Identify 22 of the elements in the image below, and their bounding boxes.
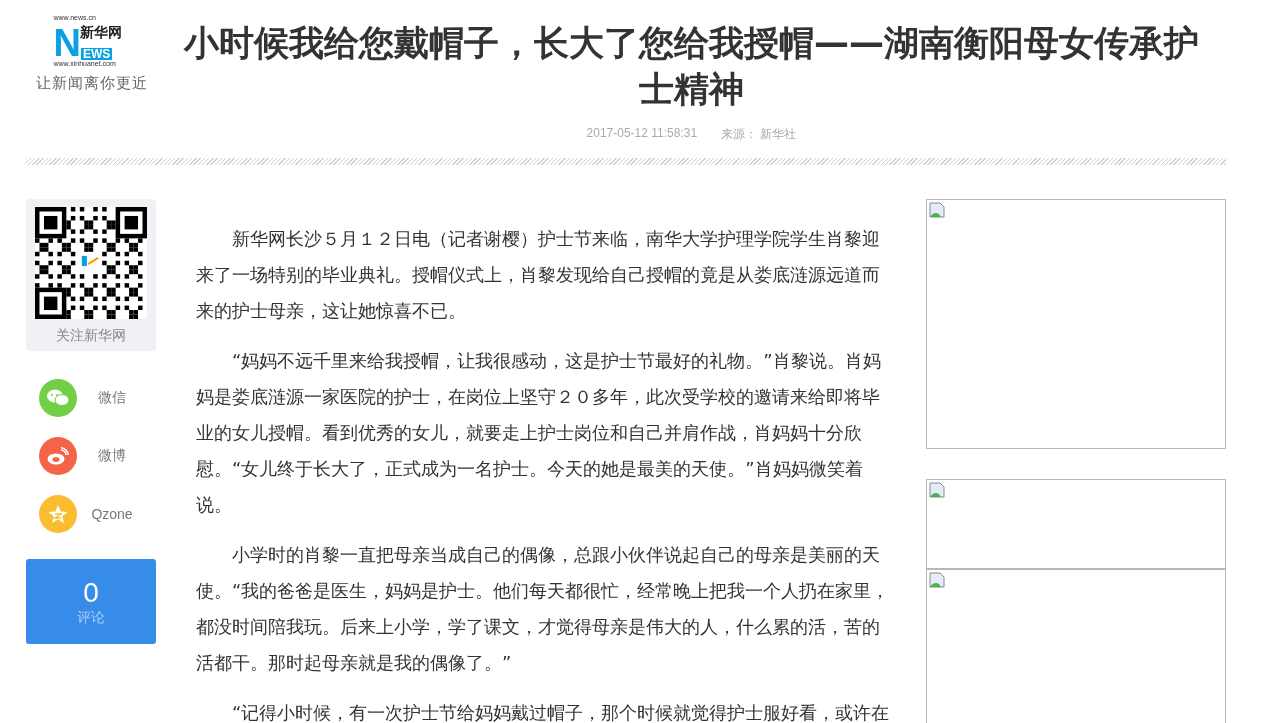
- article-paragraph: “妈妈不远千里来给我授帽，让我很感动，这是护士节最好的礼物。”肖黎说。肖妈妈是娄底涟源一家医院的护士，在岗位上坚守２０多年，此次受学校的邀请来给即将毕业的女儿授帽。看到优秀的女儿，就要走上护士岗位和自己并肩作战，肖妈妈十分欣慰。“女儿终于长大了，正式成为一名护士。今天的她是最美的天使。”肖妈妈微笑着说。: [196, 349, 882, 517]
- star-icon: [48, 504, 68, 524]
- article-title: 小时候我给您戴帽子，长大了您给我授帽——湖南衡阳母女传承护士精神: [182, 22, 1200, 111]
- article-paragraph: 小学时的肖黎一直把母亲当成自己的偶像，总跟小伙伴说起自己的母亲是美丽的天使。“我的爸爸是医生，妈妈是护士。他们每天都很忙，经常晚上把我一个人扔在家里，都没时间陪我玩。后来上小学，学了课文，才觉得母亲是伟大的人，什么累的活，苦的活都干。那时起母亲就是我的偶像了。”: [196, 543, 891, 675]
- article-paragraph: 新华网长沙５月１２日电（记者谢樱）护士节来临，南华大学护理学院学生肖黎迎来了一场特别的毕业典礼。授帽仪式上，肖黎发现给自己授帽的竟是从娄底涟源远道而来的护士母亲，这让她惊喜不已。: [196, 227, 881, 323]
- eye-waves-icon: [47, 447, 69, 465]
- broken-image-icon: [929, 202, 945, 218]
- publish-date: 2017-05-12 11:58:31: [586, 126, 698, 142]
- chat-bubbles-icon: [47, 389, 69, 407]
- share-button[interactable]: [39, 437, 77, 475]
- comment-button[interactable]: 0 评论: [26, 559, 156, 644]
- article-paragraph: “记得小时候，有一次护士节给妈妈戴过帽子，那个时候就觉得护士服好看，或许在: [231, 701, 891, 723]
- article-source: 来源： 新华社: [721, 126, 797, 143]
- share-label[interactable]: 微博: [77, 447, 147, 465]
- broken-image-icon: [929, 482, 945, 498]
- broken-image-icon: [929, 572, 945, 588]
- share-label[interactable]: 微信: [77, 389, 147, 407]
- slogan: 让新闻离你更近: [35, 74, 148, 93]
- share-label[interactable]: Qzone: [77, 506, 147, 522]
- share-button[interactable]: [39, 495, 77, 533]
- share-button[interactable]: [39, 379, 77, 417]
- qr-caption: 关注新华网: [56, 327, 126, 345]
